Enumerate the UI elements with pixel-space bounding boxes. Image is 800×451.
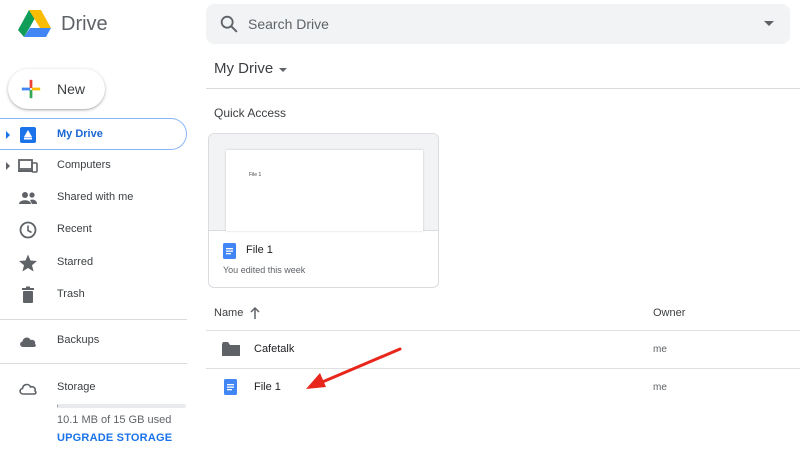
search-input[interactable]: Search Drive bbox=[248, 16, 329, 32]
file-owner: me bbox=[653, 382, 667, 393]
new-button[interactable]: New bbox=[8, 69, 105, 109]
expand-caret-icon[interactable] bbox=[6, 162, 10, 170]
file-preview: File 1 bbox=[209, 134, 438, 231]
sidebar-item-computers[interactable]: Computers bbox=[0, 150, 187, 182]
computers-icon bbox=[18, 159, 38, 173]
file-name: Cafetalk bbox=[254, 343, 295, 355]
header-divider bbox=[206, 88, 800, 89]
search-bar[interactable]: Search Drive bbox=[206, 4, 790, 44]
page-title[interactable]: My Drive bbox=[214, 60, 273, 77]
sidebar-item-label: My Drive bbox=[57, 128, 103, 140]
sidebar-divider bbox=[0, 363, 187, 364]
sidebar-item-label: Computers bbox=[57, 159, 111, 171]
storage-used-text: 10.1 MB of 15 GB used bbox=[57, 414, 172, 426]
new-button-label: New bbox=[57, 81, 86, 97]
sidebar-item-backups[interactable]: Backups bbox=[0, 325, 187, 357]
sort-arrow-up-icon[interactable] bbox=[249, 306, 261, 320]
sidebar-item-starred[interactable]: Starred bbox=[0, 247, 187, 279]
sidebar-item-trash[interactable]: Trash bbox=[0, 279, 187, 311]
cloud-outline-icon bbox=[19, 383, 37, 395]
docs-icon bbox=[224, 379, 237, 395]
card-file-name: File 1 bbox=[246, 244, 273, 256]
column-header-owner: Owner bbox=[653, 307, 686, 319]
search-icon[interactable] bbox=[218, 13, 240, 35]
app-name: Drive bbox=[61, 13, 108, 35]
drive-logo-icon[interactable] bbox=[18, 6, 52, 40]
card-subtitle: You edited this week bbox=[223, 265, 306, 275]
file-name: File 1 bbox=[254, 381, 281, 393]
search-options-dropdown-icon[interactable] bbox=[764, 21, 774, 26]
plus-icon bbox=[21, 79, 41, 99]
sidebar-divider bbox=[0, 319, 187, 320]
chevron-down-icon[interactable] bbox=[279, 68, 287, 72]
clock-icon bbox=[19, 221, 37, 239]
cloud-filled-icon bbox=[20, 337, 36, 347]
trash-icon bbox=[22, 286, 34, 303]
preview-text: File 1 bbox=[249, 172, 262, 178]
folder-icon bbox=[222, 342, 240, 356]
sidebar-item-label: Backups bbox=[57, 334, 100, 346]
quick-access-title: Quick Access bbox=[214, 106, 287, 120]
shared-icon bbox=[19, 192, 37, 204]
file-owner: me bbox=[653, 344, 667, 355]
expand-caret-icon[interactable] bbox=[6, 131, 10, 139]
sidebar-item-label: Trash bbox=[57, 288, 85, 300]
quick-access-card[interactable]: File 1 File 1 You edited this week bbox=[208, 133, 439, 288]
sidebar-item-my-drive[interactable]: My Drive bbox=[0, 118, 187, 150]
storage-progress-fill bbox=[57, 404, 59, 408]
preview-page: File 1 bbox=[226, 150, 423, 231]
upgrade-storage-link[interactable]: UPGRADE STORAGE bbox=[57, 432, 172, 444]
sidebar-item-label: Shared with me bbox=[57, 191, 134, 203]
star-icon bbox=[19, 254, 37, 272]
annotation-arrow-icon bbox=[306, 347, 402, 389]
sidebar-item-label: Recent bbox=[57, 223, 92, 235]
column-header-name[interactable]: Name bbox=[214, 307, 243, 319]
sidebar-item-shared-with-me[interactable]: Shared with me bbox=[0, 182, 187, 214]
sidebar-item-label: Storage bbox=[57, 381, 96, 393]
sidebar-item-storage[interactable]: Storage bbox=[0, 372, 187, 404]
sidebar-item-recent[interactable]: Recent bbox=[0, 214, 187, 246]
my-drive-icon bbox=[20, 127, 36, 143]
storage-progress-bar bbox=[57, 404, 186, 408]
sidebar-item-label: Starred bbox=[57, 256, 94, 268]
docs-icon bbox=[223, 243, 236, 259]
